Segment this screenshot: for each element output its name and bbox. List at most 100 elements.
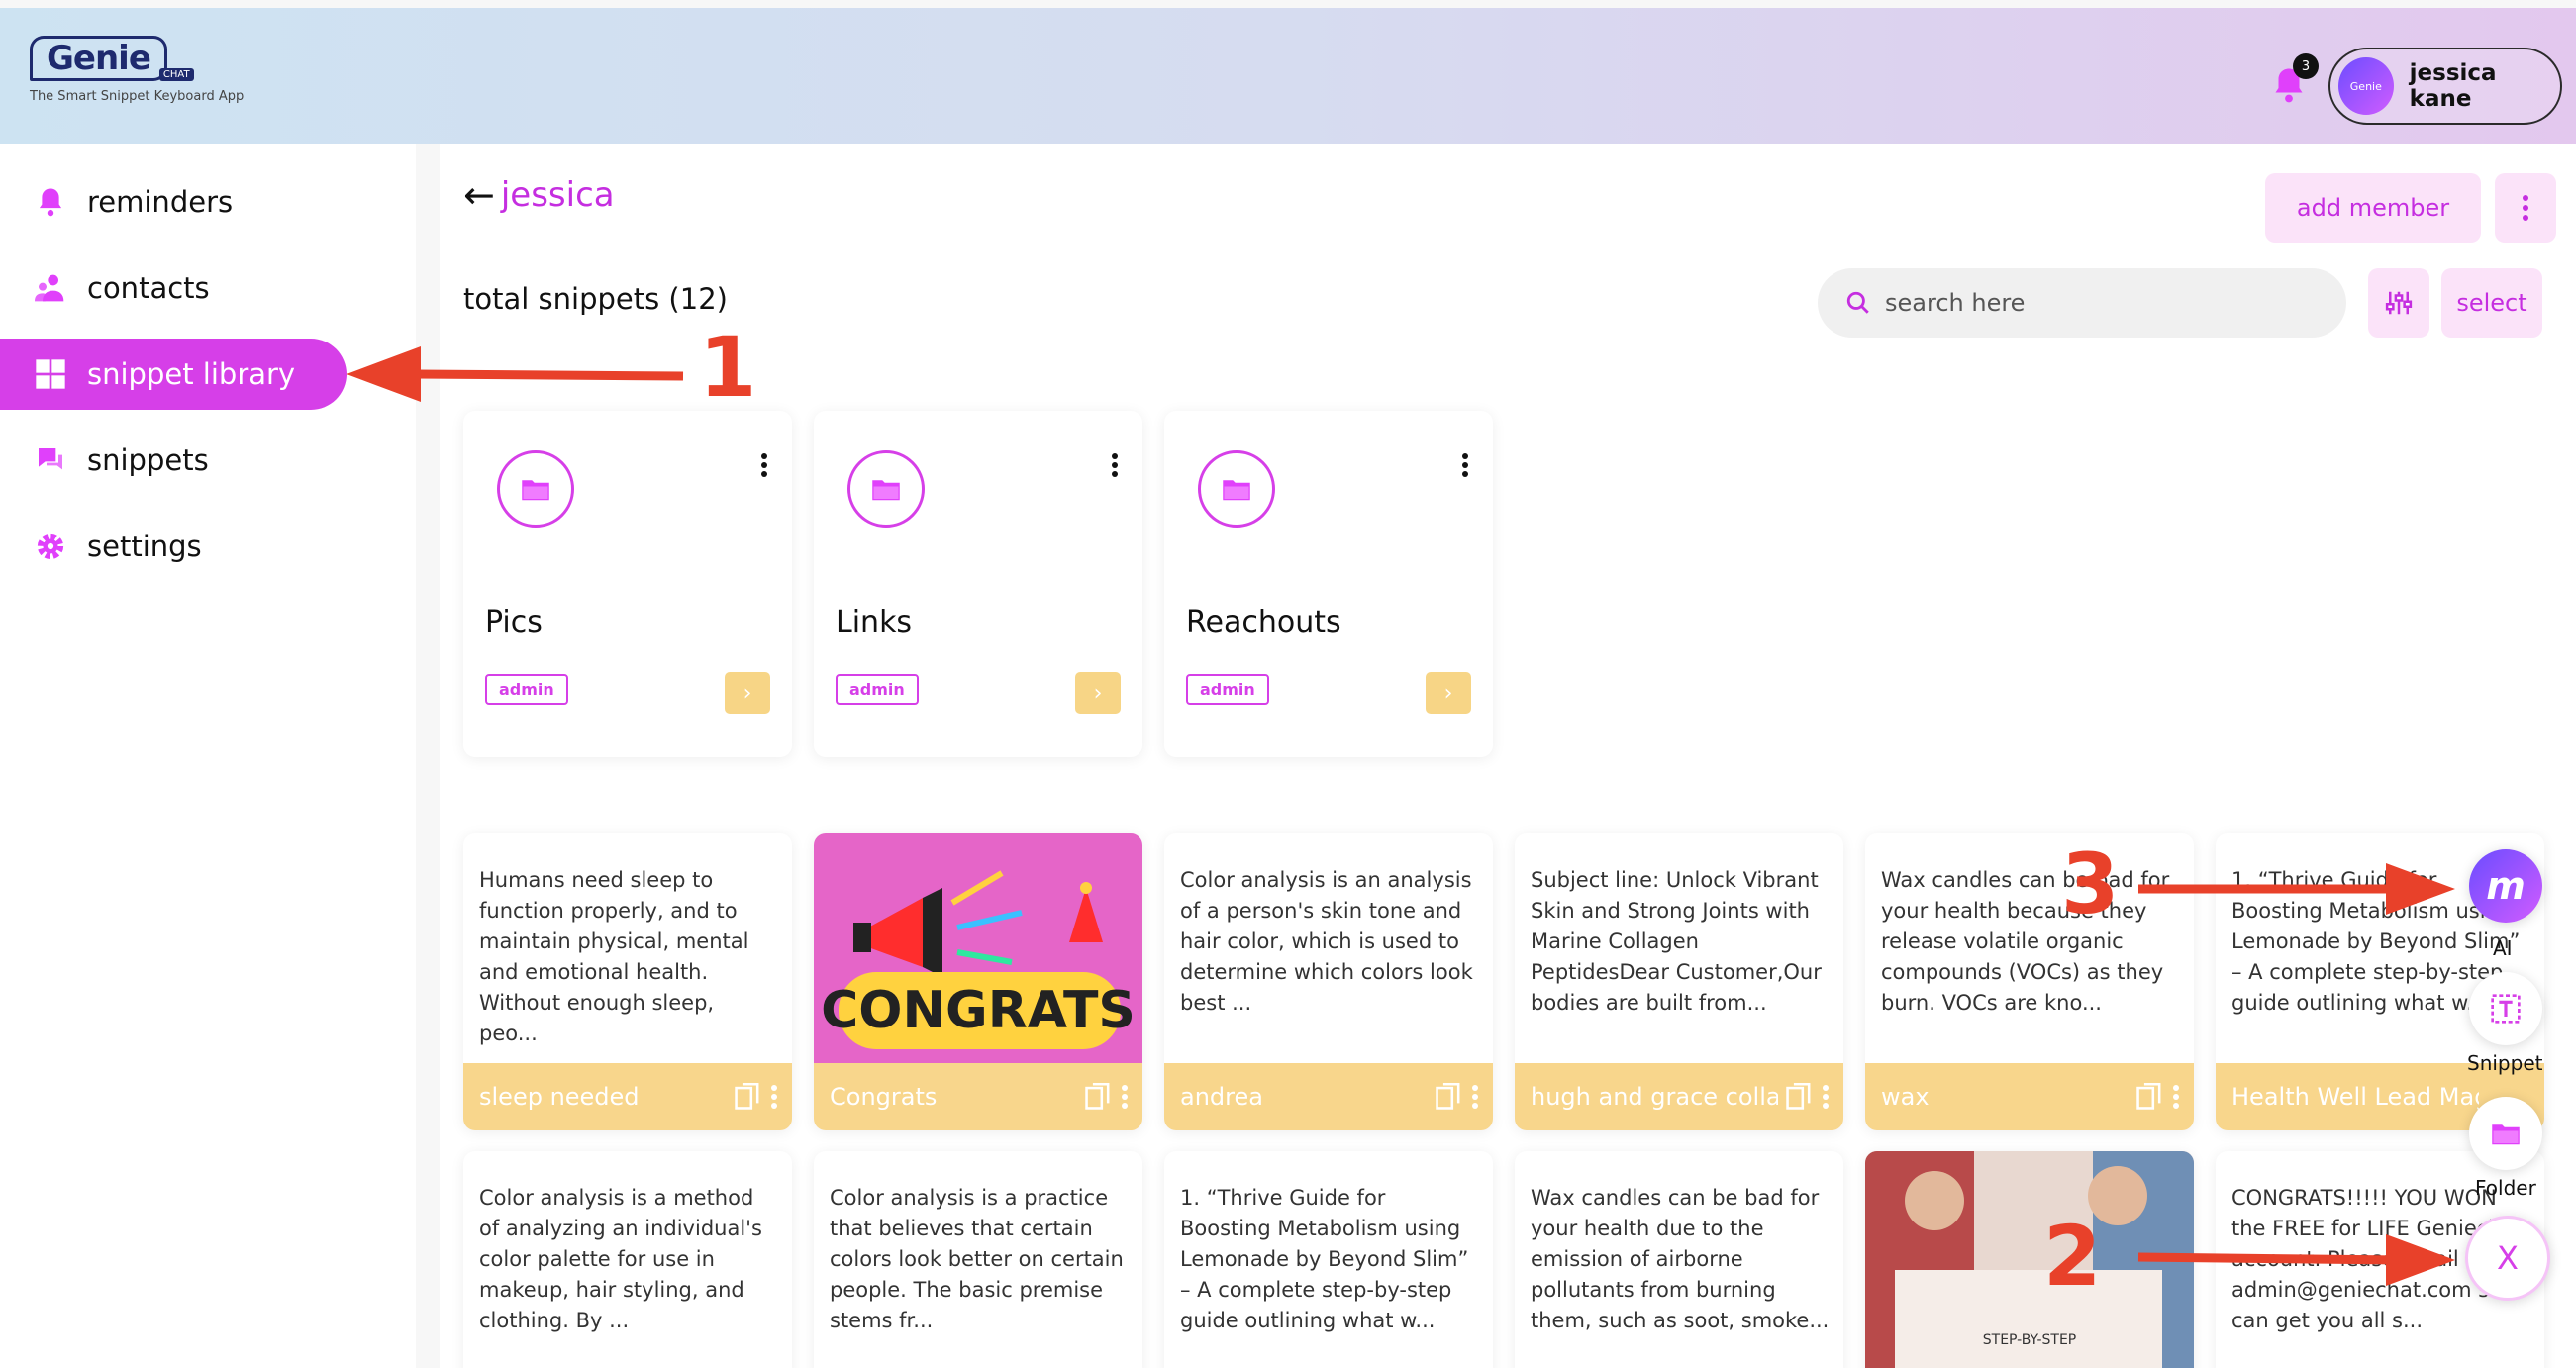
kebab-icon[interactable] — [2172, 1084, 2180, 1110]
snippet-title: Health Well Lead Mag — [2231, 1083, 2479, 1111]
snippet-actions — [1786, 1083, 1830, 1111]
ai-fab-label: AI — [2493, 936, 2513, 960]
app-tagline: The Smart Snippet Keyboard App — [30, 89, 245, 104]
kebab-icon[interactable] — [1111, 452, 1119, 478]
text-snippet-icon — [2491, 994, 2521, 1024]
kebab-icon[interactable] — [1822, 1084, 1830, 1110]
folder-name: Pics — [485, 605, 543, 639]
snippet-preview: Subject line: Unlock Vibrant Skin and St… — [1531, 868, 1822, 1015]
back-link[interactable]: ← jessica — [463, 173, 615, 217]
sidebar-item-snippets[interactable]: snippets — [0, 425, 347, 496]
snippet-title: hugh and grace colla — [1531, 1083, 1778, 1111]
folder-icon — [847, 450, 925, 528]
chevron-right-icon: › — [1093, 680, 1103, 706]
folder-card-pics[interactable]: Pics admin › — [463, 411, 792, 757]
app-logo[interactable]: Genie CHAT The Smart Snippet Keyboard App — [30, 36, 244, 104]
folder-icon — [1198, 450, 1275, 528]
bell-icon — [34, 185, 67, 219]
folder-name: Reachouts — [1186, 605, 1341, 639]
kebab-icon[interactable] — [770, 1084, 778, 1110]
kebab-icon[interactable] — [1471, 1084, 1479, 1110]
chevron-right-icon: › — [1443, 680, 1453, 706]
snippet-card[interactable]: STEP-BY-STEP — [1865, 1151, 2194, 1368]
open-folder-button[interactable]: › — [725, 672, 770, 714]
arrow-left-icon: ← — [463, 173, 495, 217]
photo-image: STEP-BY-STEP — [1865, 1151, 2194, 1368]
sidebar-item-label: settings — [87, 530, 202, 563]
snippet-card[interactable]: Humans need sleep to function properly, … — [463, 833, 792, 1130]
snippet-footer: Congrats — [814, 1063, 1142, 1130]
snippet-actions — [1085, 1083, 1129, 1111]
sliders-icon — [2385, 291, 2413, 315]
users-icon — [34, 271, 67, 305]
sidebar-item-label: reminders — [87, 185, 234, 219]
snippet-card[interactable]: Color analysis is an analysis of a perso… — [1164, 833, 1493, 1130]
snippet-fab-label: Snippet — [2467, 1051, 2543, 1075]
open-folder-button[interactable]: › — [1075, 672, 1121, 714]
copy-icon[interactable] — [1085, 1083, 1111, 1111]
snippet-card[interactable]: CONGRATS Congrats — [814, 833, 1142, 1130]
snippet-footer: hugh and grace colla — [1515, 1063, 1843, 1130]
annotation-number-3: 3 — [2061, 835, 2120, 932]
snippet-actions — [1436, 1083, 1479, 1111]
copy-icon[interactable] — [2136, 1083, 2162, 1111]
grid-icon — [34, 357, 67, 391]
folder-card-links[interactable]: Links admin › — [814, 411, 1142, 757]
filter-button[interactable] — [2368, 268, 2429, 338]
snippet-preview: Color analysis is a method of analyzing … — [479, 1186, 762, 1332]
kebab-icon — [2523, 195, 2528, 221]
ai-logo-icon: m — [2486, 864, 2526, 908]
main-content: ← jessica add member total snippets (12)… — [440, 144, 2576, 1368]
snippet-actions — [735, 1083, 778, 1111]
add-member-button[interactable]: add member — [2265, 173, 2481, 243]
sidebar-item-snippet-library[interactable]: snippet library — [0, 339, 347, 410]
snippet-preview: Color analysis is a practice that believ… — [830, 1186, 1124, 1332]
folder-icon — [2492, 1124, 2520, 1145]
open-folder-button[interactable]: › — [1426, 672, 1471, 714]
sidebar-item-contacts[interactable]: contacts — [0, 252, 347, 324]
search-input[interactable] — [1885, 289, 2301, 317]
sidebar-item-label: snippet library — [87, 357, 296, 391]
folder-name: Links — [836, 605, 913, 639]
search-bar[interactable] — [1818, 268, 2346, 338]
kebab-icon[interactable] — [1121, 1084, 1129, 1110]
role-badge: admin — [1186, 674, 1269, 705]
role-badge: admin — [485, 674, 568, 705]
snippet-actions — [2136, 1083, 2180, 1111]
snippet-footer: sleep needed — [463, 1063, 792, 1130]
snippet-card[interactable]: Subject line: Unlock Vibrant Skin and St… — [1515, 833, 1843, 1130]
sidebar-item-settings[interactable]: settings — [0, 511, 347, 582]
kebab-icon[interactable] — [760, 452, 768, 478]
congrats-image: CONGRATS — [814, 833, 1142, 1063]
chevron-right-icon: › — [743, 680, 752, 706]
snippet-card[interactable]: 1. “Thrive Guide for Boosting Metabolism… — [1164, 1151, 1493, 1368]
snippet-fab[interactable] — [2469, 972, 2542, 1045]
snippet-card[interactable]: Wax candles can be bad for your health b… — [1865, 833, 2194, 1130]
copy-icon[interactable] — [1436, 1083, 1461, 1111]
folder-card-reachouts[interactable]: Reachouts admin › — [1164, 411, 1493, 757]
annotation-number-1: 1 — [699, 319, 757, 416]
sidebar-item-label: contacts — [87, 271, 210, 305]
congrats-image-text: CONGRATS — [821, 981, 1136, 1040]
logo-wordmark: Genie — [30, 36, 167, 81]
close-icon: X — [2497, 1239, 2519, 1277]
more-options-button[interactable] — [2495, 173, 2556, 243]
copy-icon[interactable] — [735, 1083, 760, 1111]
close-fab[interactable]: X — [2465, 1216, 2550, 1301]
snippet-card[interactable]: Color analysis is a practice that believ… — [814, 1151, 1142, 1368]
user-name: jessica kane — [2409, 60, 2497, 112]
snippet-card[interactable]: Color analysis is a method of analyzing … — [463, 1151, 792, 1368]
copy-icon[interactable] — [1786, 1083, 1812, 1111]
sidebar-item-reminders[interactable]: reminders — [0, 166, 347, 238]
annotation-number-2: 2 — [2043, 1208, 2102, 1305]
snippet-card[interactable]: Wax candles can be bad for your health d… — [1515, 1151, 1843, 1368]
kebab-icon[interactable] — [1461, 452, 1469, 478]
avatar: Genie — [2338, 57, 2394, 115]
top-header: Genie CHAT The Smart Snippet Keyboard App… — [0, 8, 2576, 144]
select-button[interactable]: select — [2441, 268, 2542, 338]
ai-fab[interactable]: m — [2469, 849, 2542, 923]
total-snippets-count: total snippets (12) — [463, 282, 728, 316]
sidebar-item-label: snippets — [87, 443, 209, 477]
user-menu[interactable]: Genie jessica kane — [2328, 48, 2562, 125]
folder-fab[interactable] — [2469, 1097, 2542, 1170]
